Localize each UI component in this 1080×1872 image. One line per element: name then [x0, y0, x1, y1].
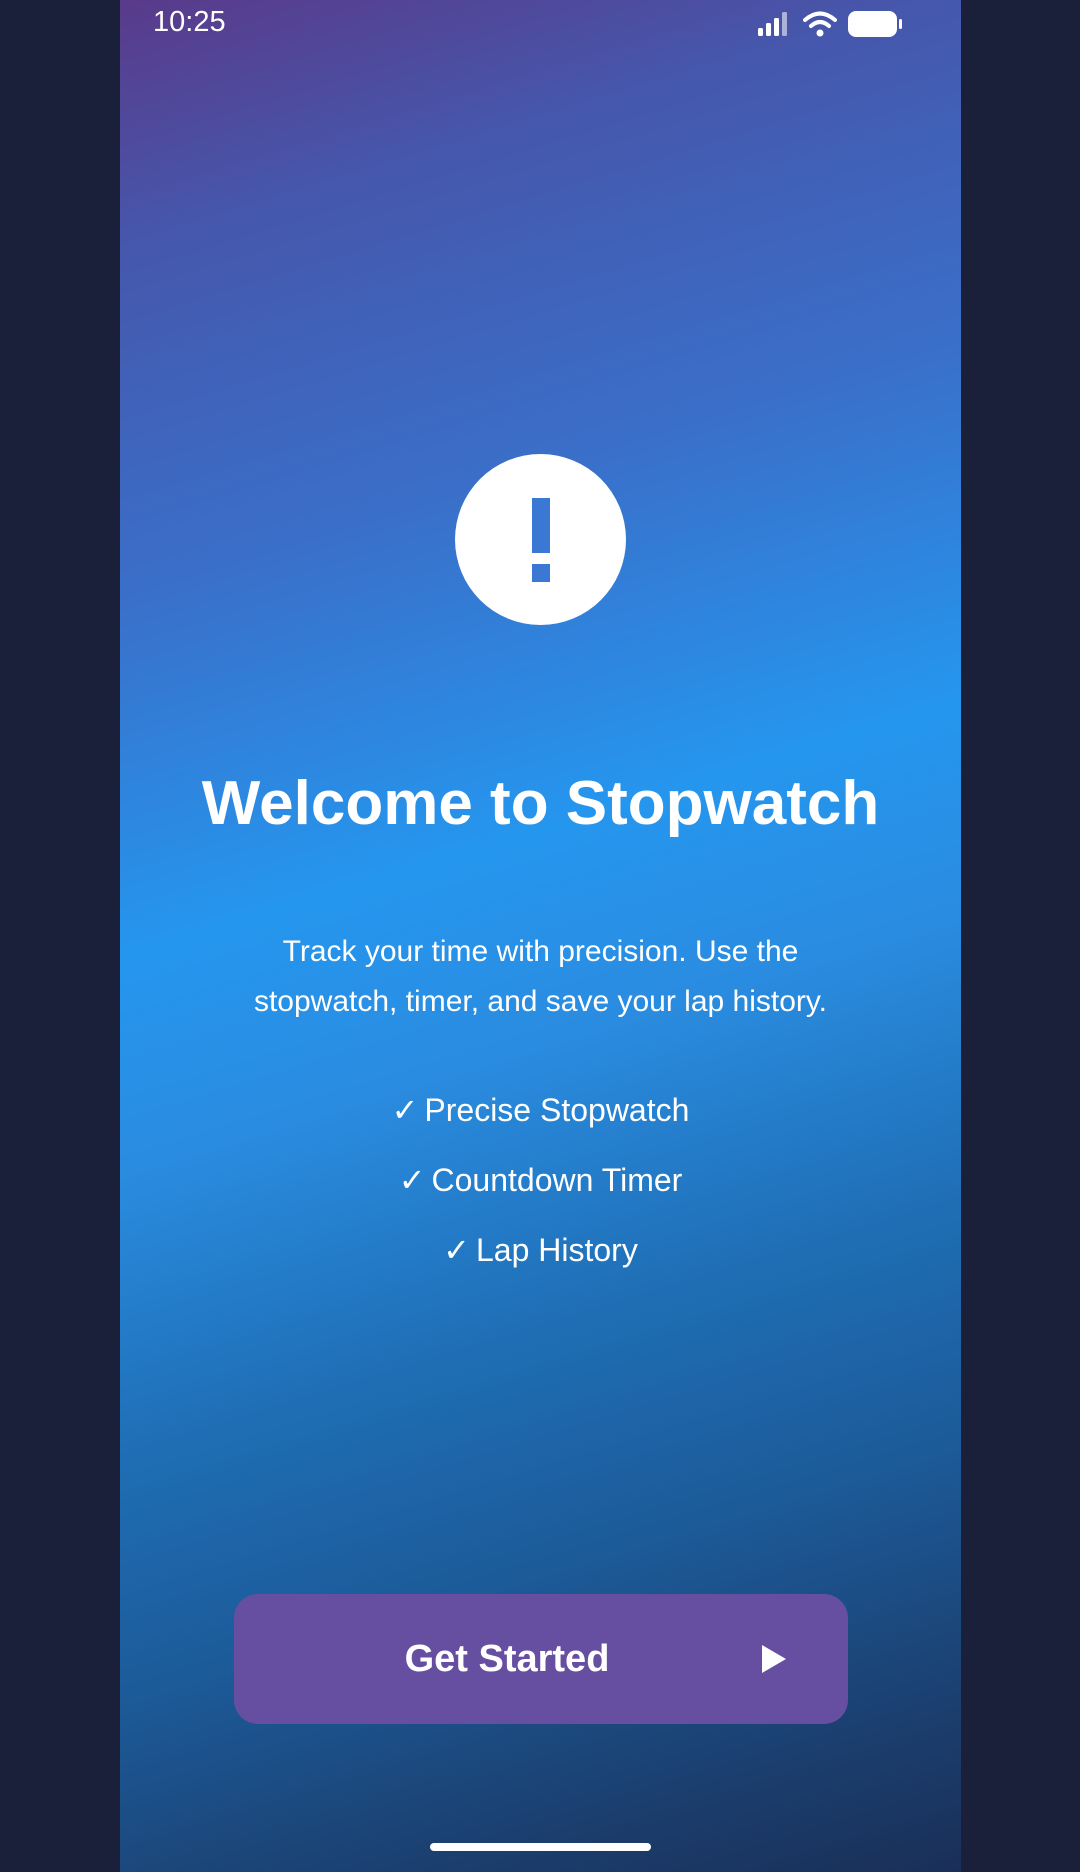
screen-background: 10:25 Welcome to Stopwatch Track your ti…	[0, 0, 1080, 1872]
app-screen: 10:25 Welcome to Stopwatch Track your ti…	[120, 0, 961, 1872]
status-time: 10:25	[153, 6, 226, 38]
alert-icon-bar	[532, 498, 550, 553]
feature-list: ✓ Precise Stopwatch ✓ Countdown Timer ✓ Lap…	[120, 1086, 961, 1296]
feature-label: Precise Stopwatch	[424, 1092, 690, 1128]
home-indicator[interactable]	[430, 1843, 651, 1851]
feature-label: Countdown Timer	[431, 1162, 683, 1198]
check-icon: ✓	[391, 1091, 419, 1129]
welcome-title: Welcome to Stopwatch	[201, 769, 880, 838]
feature-item-precise-stopwatch: ✓ Precise Stopwatch	[120, 1086, 961, 1156]
battery-icon	[848, 11, 902, 37]
signal-icon	[758, 12, 787, 36]
feature-item-countdown-timer: ✓ Countdown Timer	[120, 1156, 961, 1226]
alert-icon	[455, 454, 626, 625]
feature-label: Lap History	[475, 1232, 638, 1268]
play-icon	[762, 1645, 786, 1673]
get-started-label: Get Started	[404, 1638, 610, 1680]
status-icons	[756, 10, 903, 38]
check-icon: ✓	[398, 1161, 426, 1199]
welcome-description: Track your time with precision. Use the …	[253, 935, 828, 1018]
alert-icon-dot	[532, 564, 550, 582]
wifi-icon	[803, 11, 837, 37]
get-started-button[interactable]: Get Started	[234, 1594, 848, 1724]
feature-item-lap-history: ✓ Lap History	[120, 1226, 961, 1296]
check-icon: ✓	[443, 1231, 470, 1269]
status-bar: 10:25	[120, 0, 961, 50]
